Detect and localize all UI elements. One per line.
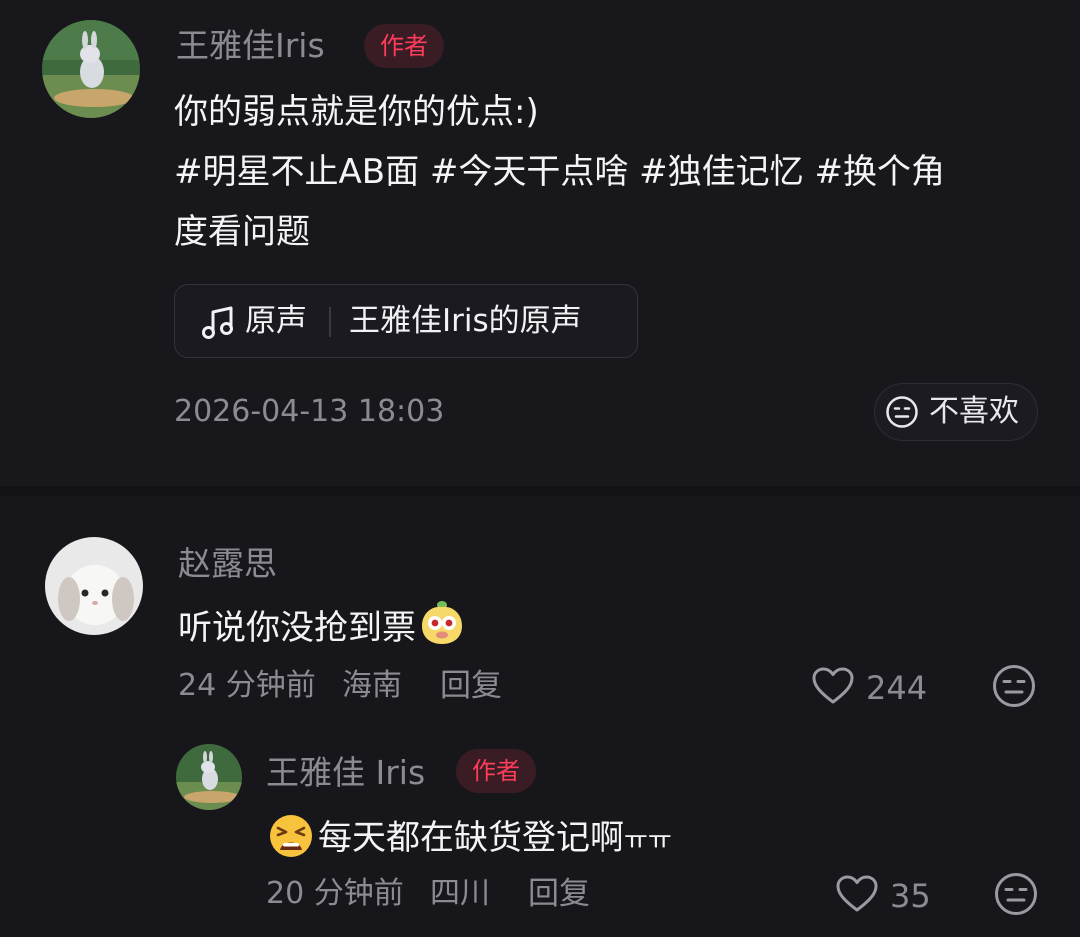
neutral-face-icon[interactable]: [991, 663, 1037, 713]
comment-time: 24 分钟前: [178, 668, 316, 703]
tired-face-emoji: [268, 813, 314, 878]
reply-author-avatar[interactable]: [176, 744, 242, 810]
neutral-face-icon: [885, 395, 919, 433]
post-author-name[interactable]: 王雅佳Iris: [176, 26, 325, 66]
author-badge: 作者: [364, 24, 444, 68]
heart-outline-icon[interactable]: [835, 874, 879, 918]
reply-text-suffix: ㅠㅠ: [624, 826, 672, 856]
reply-text-content: 每天都在缺货登记啊: [318, 818, 624, 858]
reply-reply-button[interactable]: 回复: [528, 874, 590, 914]
commenter-avatar[interactable]: [45, 537, 143, 635]
post-section: 王雅佳Iris 作者 你的弱点就是你的优点:) #明星不止AB面 #今天干点啥 …: [0, 0, 1080, 486]
music-chip[interactable]: 原声 王雅佳Iris的原声: [174, 284, 638, 358]
comment-text: 听说你没抢到票: [178, 598, 466, 666]
dislike-button[interactable]: 不喜欢: [874, 383, 1038, 441]
neutral-face-icon[interactable]: [993, 871, 1039, 921]
comment-text-content: 听说你没抢到票: [178, 608, 416, 648]
post-date: 2026-04-13 18:03: [174, 394, 445, 429]
reply-time: 20 分钟前: [266, 876, 404, 911]
comment-author-name[interactable]: 赵露思: [178, 544, 277, 584]
chip-separator: [329, 307, 331, 337]
music-title: 王雅佳Iris的原声: [349, 303, 582, 339]
reply-like-count: 35: [890, 877, 931, 915]
reply-text: 每天都在缺货登记啊ㅠㅠ: [268, 808, 672, 878]
music-kind: 原声: [245, 303, 307, 339]
comment-location: 海南: [342, 668, 402, 703]
comment-reply-button[interactable]: 回复: [440, 666, 502, 706]
comment-like-count: 244: [866, 669, 928, 707]
comments-section: 赵露思 听说你没抢到票 24 分钟前 海南 回复 244 王雅佳 Iris 作者…: [0, 496, 1080, 937]
section-divider: [0, 486, 1080, 496]
heart-outline-icon[interactable]: [811, 666, 855, 710]
dislike-label: 不喜欢: [929, 394, 1019, 429]
author-avatar[interactable]: [42, 20, 140, 118]
reply-location: 四川: [430, 876, 490, 911]
music-note-icon: [199, 303, 237, 345]
post-caption-line-3[interactable]: 度看问题: [174, 202, 310, 262]
post-caption-line-1: 你的弱点就是你的优点:): [174, 92, 539, 132]
reply-author-badge: 作者: [456, 749, 536, 793]
peeking-face-emoji: [418, 599, 466, 666]
post-caption-hashtags[interactable]: #明星不止AB面 #今天干点啥 #独佳记忆 #换个角: [174, 142, 945, 202]
reply-author-name[interactable]: 王雅佳 Iris: [266, 753, 425, 793]
